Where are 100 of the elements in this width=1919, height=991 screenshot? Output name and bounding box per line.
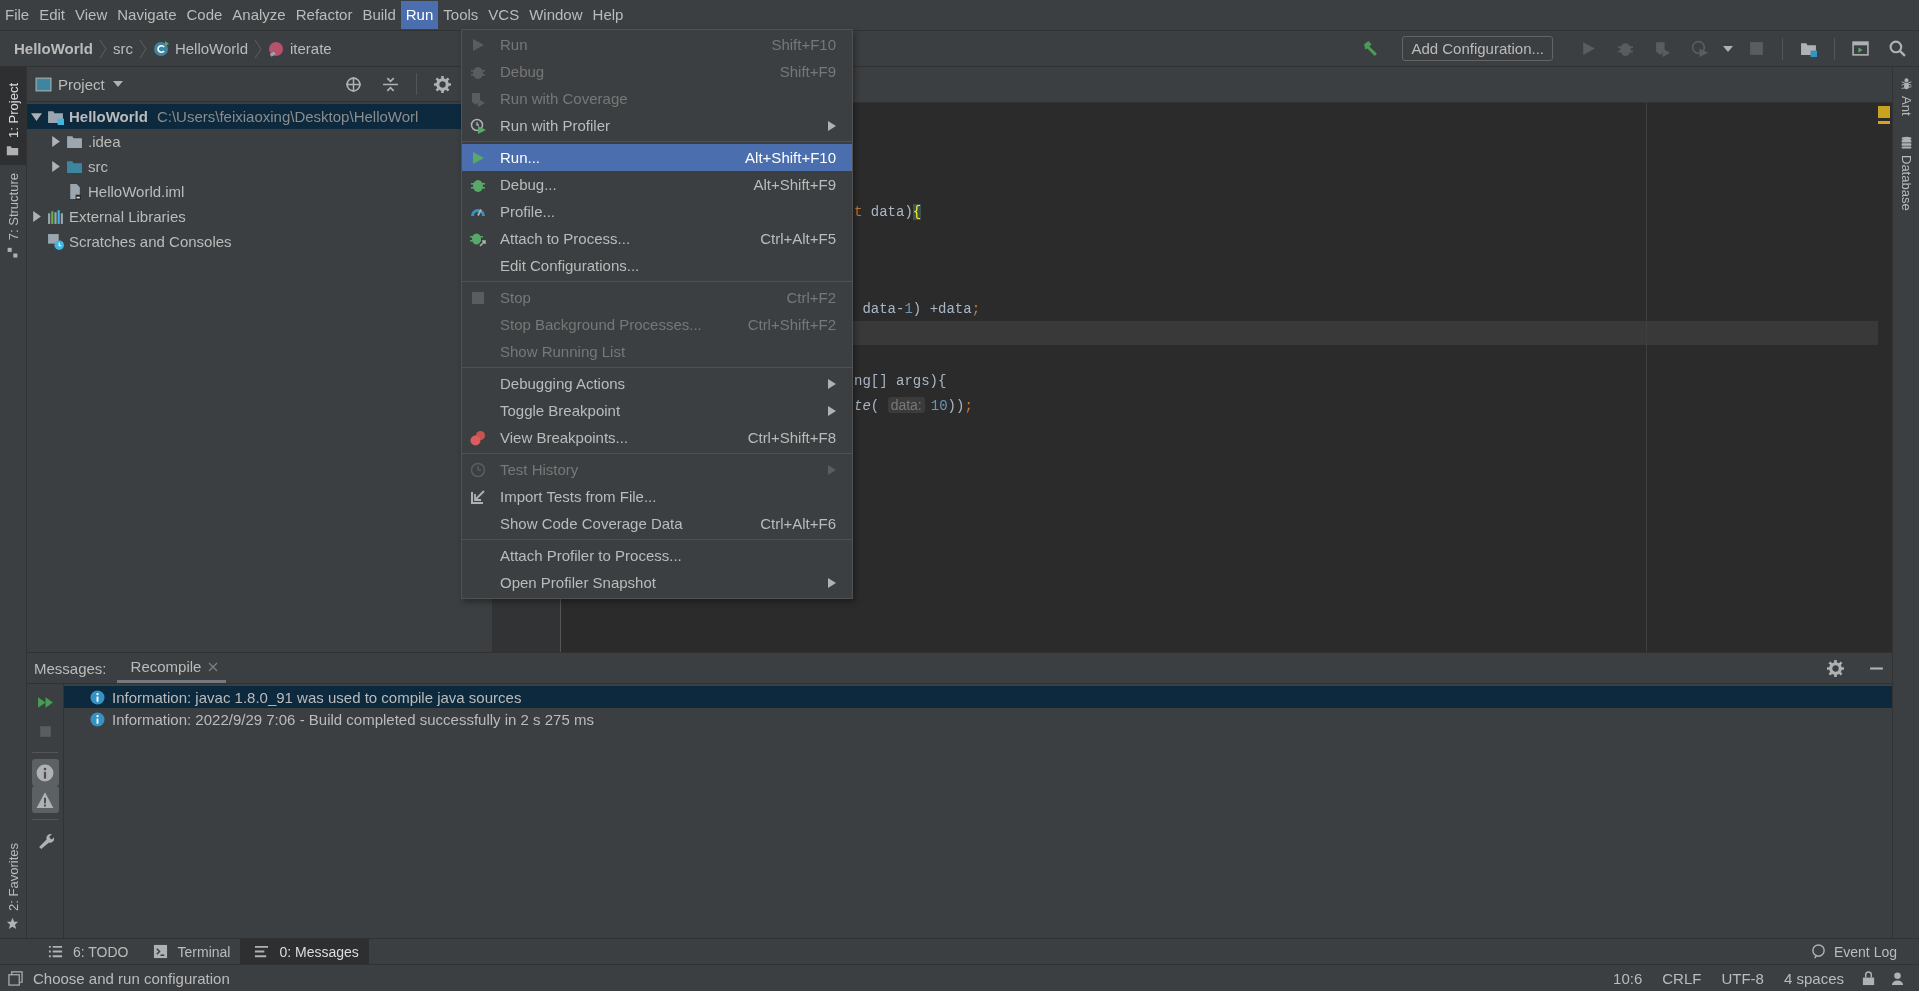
tool-window-tab[interactable]: 6: TODO — [34, 939, 139, 964]
menu-item[interactable]: Open Profiler Snapshot — [462, 569, 852, 596]
tool-window-tab[interactable]: 0: Messages — [240, 939, 369, 964]
menu-item[interactable]: Tools — [438, 1, 484, 29]
lines-icon — [254, 944, 270, 959]
method-icon — [268, 40, 284, 57]
breadcrumb[interactable]: iterate — [290, 40, 332, 57]
warning-marker[interactable] — [1878, 106, 1890, 121]
code-line: te( data: 10)); — [854, 396, 973, 414]
menu-item[interactable]: Run — [400, 1, 439, 29]
menu-item[interactable]: Edit Configurations... — [462, 252, 852, 279]
ant-icon — [1899, 77, 1913, 90]
chevron-icon — [98, 38, 107, 59]
menu-item[interactable]: VCS — [483, 1, 525, 29]
collapse-arrow-icon[interactable] — [31, 111, 42, 122]
chevron-icon — [138, 38, 147, 59]
expand-arrow-icon[interactable] — [50, 136, 61, 147]
breakpoints-icon — [470, 429, 486, 446]
terminal-icon — [152, 944, 168, 959]
status-item[interactable]: UTF-8 — [1714, 969, 1771, 987]
status-message: Choose and run configuration — [33, 969, 230, 987]
menu-item[interactable]: Help — [587, 1, 629, 29]
breadcrumb[interactable]: src — [112, 40, 133, 57]
status-item[interactable]: 10:6 — [1606, 969, 1650, 987]
settings-icon[interactable] — [1827, 659, 1844, 677]
folder-icon — [66, 158, 83, 175]
run-icon — [470, 149, 486, 166]
close-icon[interactable] — [208, 661, 219, 672]
menu-item[interactable]: Build — [357, 1, 401, 29]
tool-window-tab[interactable]: 2: Favorites — [0, 835, 26, 938]
code-line: ng[] args){ — [854, 373, 947, 390]
code-line: data-1) +data; — [861, 300, 981, 317]
warning-filter-toggle[interactable] — [31, 786, 59, 813]
configuration-dropdown[interactable]: Add Configuration... — [1402, 36, 1553, 61]
info-icon — [90, 711, 105, 727]
message-row[interactable]: Information: javac 1.8.0_91 was used to compile java sources — [64, 686, 1892, 708]
menu-item[interactable]: Run... Alt+Shift+F10 — [462, 144, 852, 171]
search-icon[interactable] — [1889, 40, 1906, 57]
locate-icon[interactable] — [345, 75, 362, 93]
collapse-all-icon[interactable] — [382, 75, 399, 93]
status-item[interactable]: 4 spaces — [1776, 969, 1851, 987]
folder-grid-icon[interactable] — [1800, 40, 1817, 57]
menu-item[interactable]: Code — [181, 1, 228, 29]
shield-run-icon — [470, 90, 486, 107]
clock-icon — [470, 461, 486, 478]
menu-item[interactable]: File — [0, 1, 35, 29]
person-icon[interactable] — [1890, 970, 1905, 986]
module-folder-icon — [47, 108, 64, 125]
panel-title[interactable]: Project — [58, 75, 105, 93]
star-icon — [6, 917, 20, 930]
menu-item[interactable]: Navigate — [112, 1, 182, 29]
run-icon — [470, 36, 486, 53]
structure-icon — [6, 246, 20, 260]
settings-icon[interactable] — [434, 75, 451, 93]
menu-item[interactable]: Attach Profiler to Process... — [462, 542, 852, 569]
tool-window-tab[interactable]: Database — [1893, 125, 1919, 221]
tool-window-tab[interactable]: Terminal — [138, 939, 241, 964]
tool-window-tab[interactable]: Ant — [1893, 67, 1919, 126]
status-item[interactable]: CRLF — [1655, 969, 1709, 987]
folder-icon — [66, 133, 83, 150]
info-icon — [90, 689, 105, 705]
import-icon — [470, 488, 486, 505]
class-icon — [152, 40, 169, 57]
menu-item[interactable]: Edit — [34, 1, 71, 29]
menu-item[interactable]: Analyze — [227, 1, 291, 29]
window-icon[interactable] — [8, 970, 23, 986]
database-icon — [1899, 135, 1913, 149]
menu-item[interactable]: Window — [524, 1, 588, 29]
info-filter-toggle[interactable] — [31, 759, 59, 786]
hammer-icon[interactable] — [1362, 40, 1380, 57]
stop-icon — [470, 289, 486, 306]
message-row[interactable]: Information: 2022/9/29 7:06 - Build completed successfully in 2 s 275 ms — [64, 708, 1892, 730]
event-log-tab[interactable]: Event Log — [1806, 943, 1919, 960]
tool-window-tab[interactable]: 1: Project — [0, 67, 26, 165]
code-line: t data){ — [854, 203, 922, 220]
list-icon — [48, 944, 63, 959]
library-icon — [47, 208, 64, 225]
tool-window-tab[interactable]: 7: Structure — [0, 164, 26, 268]
menu-item[interactable]: Refactor — [290, 1, 358, 29]
menu-item[interactable]: View — [70, 1, 113, 29]
tab[interactable]: Recompile — [116, 653, 227, 683]
panel-icon — [35, 75, 52, 93]
menu-item[interactable]: View Breakpoints... Ctrl+Shift+F8 — [462, 424, 852, 451]
menu-item[interactable]: Toggle Breakpoint — [462, 397, 852, 424]
terminal-window-icon[interactable] — [1852, 40, 1869, 57]
dropdown-arrow-icon[interactable] — [112, 81, 123, 87]
breadcrumb[interactable]: HelloWorld — [14, 40, 93, 57]
panel-title: Messages: — [34, 659, 107, 677]
dropdown-arrow-icon[interactable] — [1723, 45, 1733, 52]
expand-arrow-icon[interactable] — [50, 161, 61, 172]
clock-run-icon — [470, 117, 486, 134]
menu-item[interactable]: Show Code Coverage Data Ctrl+Alt+F6 — [462, 510, 852, 537]
expand-arrow-icon[interactable] — [31, 211, 42, 222]
lock-icon[interactable] — [1861, 970, 1876, 986]
breadcrumb[interactable]: HelloWorld — [174, 40, 248, 57]
balloon-icon — [1810, 944, 1826, 959]
menu-item[interactable]: Debugging Actions — [462, 370, 852, 397]
folder-icon — [6, 143, 20, 157]
scratches-icon — [47, 233, 64, 250]
menu-item[interactable]: Import Tests from File... — [462, 483, 852, 510]
